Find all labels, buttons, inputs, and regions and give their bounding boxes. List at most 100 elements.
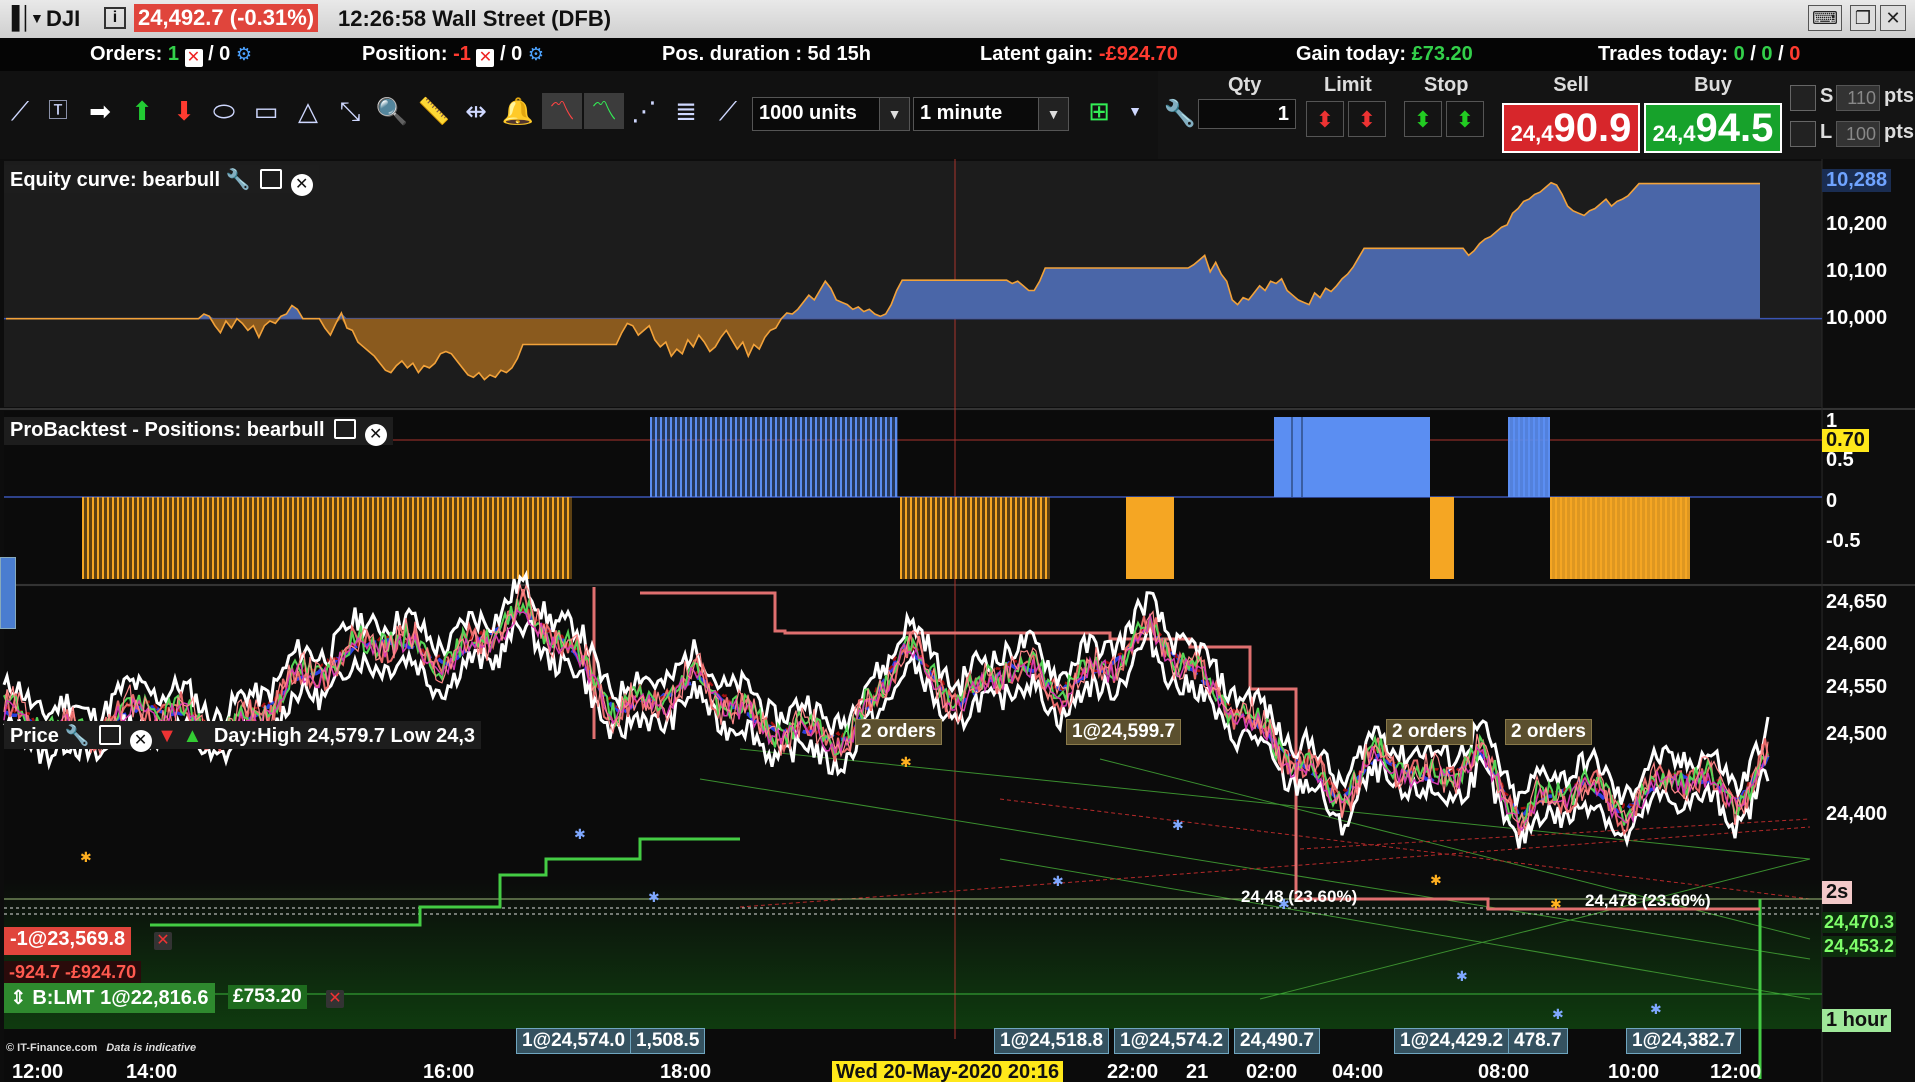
stop-sell-icon[interactable]: ⬍ [1446,101,1484,137]
fill-tag[interactable]: 1@24,574.2 [1114,1028,1230,1054]
order-tag[interactable]: 1@24,599.7 [1066,719,1182,745]
chart-canvas[interactable]: ✱✱✱✱✱✱✱ ✱✱✱✱✱ [0,159,1915,1082]
buy-button[interactable]: 24,494.5 [1644,103,1782,153]
wrench-icon[interactable]: 🔧 [226,169,251,191]
chevron-down-icon[interactable]: ▼ [30,10,44,26]
stop-pts-field[interactable]: 110 [1836,85,1880,111]
long-position-block-stripe [770,417,772,497]
orders-tag[interactable]: 2 orders [1505,719,1592,745]
stop-buy-icon[interactable]: ⬍ [1404,101,1442,137]
arrow-right-icon[interactable]: ➡ [82,93,118,129]
short-position-block-stripe [162,497,164,579]
maximize-icon[interactable] [334,419,357,439]
fill-tag[interactable]: 1@24,382.7 [1626,1028,1742,1054]
fill-tag[interactable]: 1@24,518.8 [994,1028,1110,1054]
limit-checkbox[interactable] [1790,121,1816,147]
maximize-icon[interactable] [260,169,283,189]
expand-tool-icon[interactable]: ⤡ [332,93,368,129]
arrow-down-icon[interactable]: ⬇ [166,93,202,129]
zigzag-red-icon[interactable]: 〽 [542,93,582,129]
updown-arrow-icon[interactable]: ⇕ [10,987,27,1009]
down-arrow-icon[interactable]: ▼ [157,725,177,747]
magnifier-icon[interactable]: 🔍 [374,93,410,129]
zigzag-green-icon[interactable]: 〽 [584,93,624,129]
account-info-bar: Orders: 1 ✕ / 0 ⚙ Position: -1 ✕ / 0 ⚙ P… [0,38,1915,71]
sell-button[interactable]: 24,490.9 [1502,103,1640,153]
alert-bell-icon[interactable]: 🔔 [500,93,536,129]
wrench-icon[interactable]: 🔧 [1162,95,1198,131]
position-duration: Pos. duration : 5d 15h [662,43,871,65]
timeframe-badge[interactable]: 2s [1822,881,1853,904]
close-icon[interactable]: ✕ [1880,5,1906,31]
short-position-block-stripe [1595,497,1597,579]
long-position-block-stripe [875,417,877,497]
stop-pts-unit: pts [1884,85,1914,107]
up-arrow-icon[interactable]: ▲ [182,725,202,747]
keyboard-icon[interactable]: ⌨ [1808,5,1842,31]
fill-tag[interactable]: 1,508.5 [630,1028,706,1054]
text-tool-icon[interactable]: 🅃 [40,93,76,129]
add-indicator-icon[interactable]: ⊞ [1074,93,1124,129]
fill-tag[interactable]: 478.7 [1508,1028,1568,1054]
chart-area[interactable]: ✱ ✱ ✱ ✱ ✱ ✱ ✱ ✱ ✱ ✱ ✱ ✱ Equity curve: bearbull 🔧 ✕ … [0,159,1915,1082]
symbol-label[interactable]: DJI [46,6,80,32]
fib-retracement-icon[interactable]: ≣ [668,93,704,129]
restore-icon[interactable]: ❐ [1850,5,1876,31]
close-position-icon[interactable]: ✕ [154,932,172,950]
rectangle-tool-icon[interactable]: ▭ [248,93,284,129]
short-position-block-stripe [552,497,554,579]
sell-quote[interactable]: Sell 24,490.9 [1502,71,1640,155]
chevron-down-icon[interactable]: ▼ [1038,98,1068,130]
short-position-block-stripe [497,497,499,579]
limit-pts-field[interactable]: 100 [1836,121,1880,147]
stop-checkbox[interactable] [1790,85,1816,111]
short-position-block-stripe [182,497,184,579]
close-icon[interactable]: ✕ [129,730,152,752]
ellipse-tool-icon[interactable]: ⬭ [206,93,242,129]
short-position-block-stripe [282,497,284,579]
orders-tag[interactable]: 2 orders [1386,719,1473,745]
short-position-block-stripe [980,497,982,579]
short-position-block-stripe [507,497,509,579]
arrow-up-icon[interactable]: ⬆ [124,93,160,129]
units-select[interactable]: 1000 units ▼ [752,97,910,131]
trade-marker: ✱ [1430,873,1442,889]
candlestick-icon[interactable]: ▐│ [4,5,33,31]
close-position-icon[interactable]: ✕ [476,49,495,67]
channel-tool-icon[interactable]: ⟋ [710,93,746,129]
horizontal-line-icon[interactable]: ⇹ [458,93,494,129]
short-position-block-stripe [337,497,339,579]
orders-tag[interactable]: 2 orders [855,719,942,745]
chevron-down-icon[interactable]: ▼ [1124,93,1146,129]
fib-fan-icon[interactable]: ⋰ [626,93,662,129]
short-position-tag[interactable]: -1@23,569.8 [4,927,132,955]
cancel-limit-icon[interactable]: ✕ [326,990,344,1008]
maximize-icon[interactable] [98,725,121,745]
buy-quote[interactable]: Buy 24,494.5 [1644,71,1782,155]
panel-resize-handle[interactable] [0,557,16,629]
cancel-orders-icon[interactable]: ✕ [184,49,203,67]
limit-buy-icon[interactable]: ⬍ [1306,101,1344,137]
trendline-tool-icon[interactable]: ⟋ [2,93,38,129]
limit-sell-icon[interactable]: ⬍ [1348,101,1386,137]
wrench-icon[interactable]: 🔧 [65,725,90,747]
ruler-icon[interactable]: 📏 [416,93,452,129]
limit-order-tag[interactable]: ⇕ B:LMT 1@22,816.6 [4,983,215,1013]
short-position-block-stripe [267,497,269,579]
close-icon[interactable]: ✕ [364,424,387,446]
triangle-tool-icon[interactable]: △ [290,93,326,129]
short-position-block-stripe [457,497,459,579]
gear-icon[interactable]: ⚙ [236,44,252,64]
qty-field[interactable] [1198,99,1296,129]
gear-icon[interactable]: ⚙ [528,44,544,64]
higher-tf-badge[interactable]: 1 hour [1822,1009,1892,1032]
short-position-block-stripe [1665,497,1667,579]
chevron-down-icon[interactable]: ▼ [879,98,909,130]
timeframe-select[interactable]: 1 minute ▼ [913,97,1069,131]
fill-tag[interactable]: 1@24,574.0 [516,1028,632,1054]
fill-tag[interactable]: 24,490.7 [1234,1028,1320,1054]
info-icon[interactable]: i [104,7,126,29]
long-position-block-stripe [1518,417,1520,497]
fill-tag[interactable]: 1@24,429.2 [1394,1028,1510,1054]
close-icon[interactable]: ✕ [290,174,313,196]
